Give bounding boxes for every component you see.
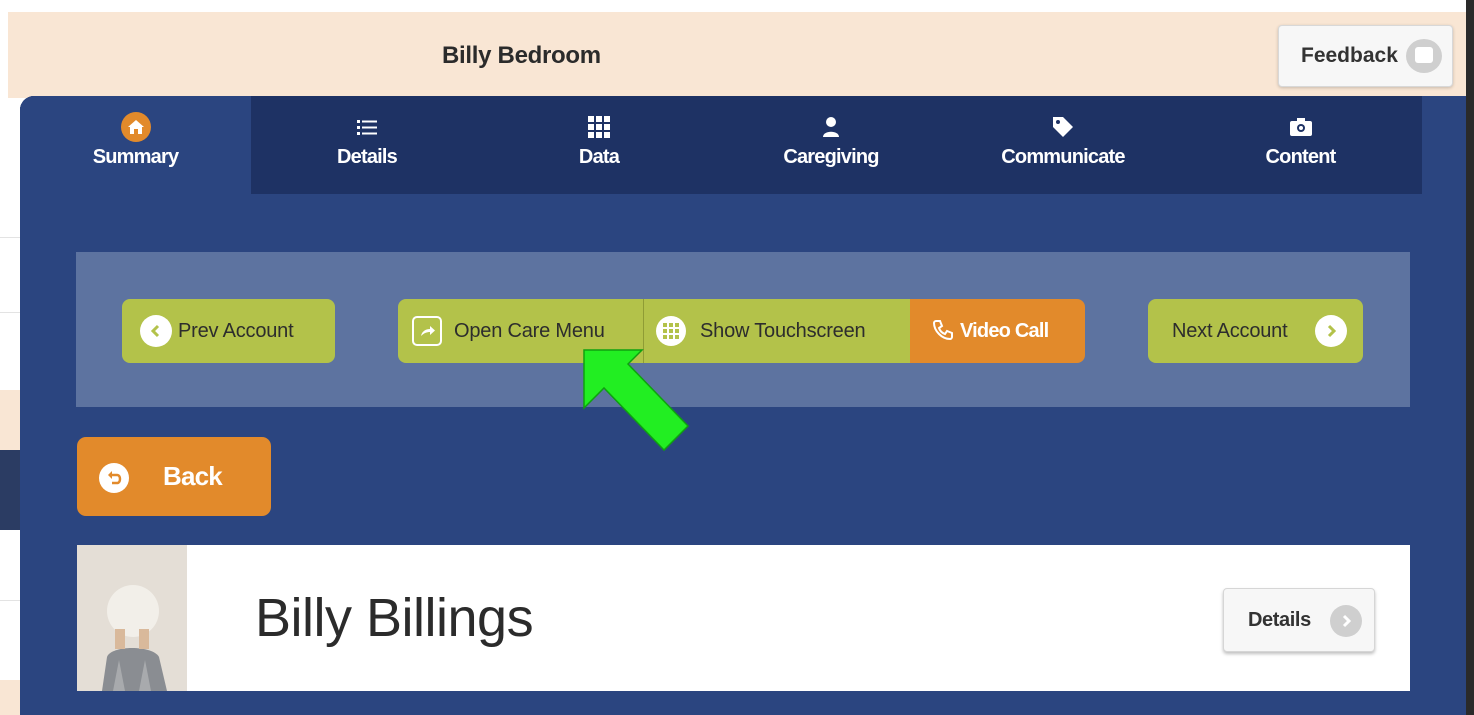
tab-label: Summary [92,146,179,168]
prev-account-label: Prev Account [178,319,294,342]
tab-label: Content [1265,146,1337,168]
details-label: Details [1248,608,1311,631]
tab-bar: Summary Details Data Caregiving Communic… [20,96,1422,194]
chevron-left-icon [140,315,172,347]
tab-label: Details [337,146,398,168]
tab-label: Communicate [1001,146,1125,168]
tab-summary[interactable]: Summary [20,96,251,194]
phone-icon [932,319,954,347]
tab-label: Caregiving [783,146,879,168]
page-title: Billy Bedroom [442,42,601,69]
profile-name: Billy Billings [255,588,534,648]
tab-data[interactable]: Data [483,96,715,194]
tab-communicate[interactable]: Communicate [947,96,1179,194]
profile-card: Billy Billings Details [77,545,1410,691]
camera-icon [1289,112,1312,142]
share-icon [412,316,442,346]
details-button[interactable]: Details [1223,588,1375,652]
tab-details[interactable]: Details [251,96,483,194]
feedback-button[interactable]: Feedback [1278,25,1453,87]
next-account-label: Next Account [1172,319,1288,342]
back-label: Back [163,461,223,491]
tab-label: Data [578,146,620,168]
chevron-right-icon [1330,605,1362,637]
show-touchscreen-label: Show Touchscreen [700,319,866,342]
feedback-label: Feedback [1301,44,1398,67]
annotation-arrow-icon [583,349,690,452]
next-account-button[interactable]: Next Account [1148,299,1363,363]
video-call-label: Video Call [960,319,1049,342]
speech-bubble-icon [1406,39,1442,73]
back-button[interactable]: Back [77,437,271,516]
avatar [77,545,187,691]
window-edge [1466,0,1474,715]
home-icon [120,112,151,142]
tab-caregiving[interactable]: Caregiving [715,96,947,194]
tag-icon [1052,112,1074,142]
tab-content[interactable]: Content [1179,96,1422,194]
chevron-right-icon [1315,315,1347,347]
person-icon [821,112,841,142]
top-header-bar [8,12,1466,98]
prev-account-button[interactable]: Prev Account [122,299,335,363]
undo-icon [99,463,129,493]
list-icon [357,112,377,142]
video-call-button[interactable]: Video Call [910,299,1085,363]
grid-icon [588,112,610,142]
